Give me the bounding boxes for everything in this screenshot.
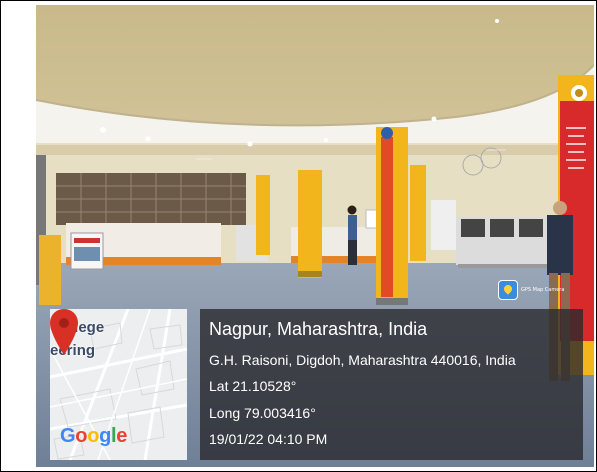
- map-pin-icon: [50, 309, 78, 355]
- screenshot-frame: College eering Google Nagpur, Maharashtr…: [0, 0, 597, 472]
- datetime-line: 19/01/22 04:10 PM: [209, 431, 328, 447]
- address-line: G.H. Raisoni, Digdoh, Maharashtra 440016…: [209, 352, 516, 368]
- location-info-panel: Nagpur, Maharashtra, India G.H. Raisoni,…: [200, 309, 583, 460]
- google-logo: Google: [60, 425, 128, 447]
- place-name: Nagpur, Maharashtra, India: [209, 319, 428, 339]
- gps-map-camera-label: GPS Map Camera: [521, 287, 565, 293]
- mannequin-figure: [547, 215, 573, 275]
- map-thumbnail: College eering Google: [50, 309, 187, 460]
- gps-map-camera-icon: [498, 280, 518, 300]
- longitude-line: Long 79.003416°: [209, 405, 316, 421]
- gps-map-camera-badge: GPS Map Camera: [498, 280, 564, 300]
- left-pillar: [39, 235, 61, 305]
- yellow-pillar: [298, 170, 322, 278]
- latitude-line: Lat 21.10528°: [209, 378, 297, 394]
